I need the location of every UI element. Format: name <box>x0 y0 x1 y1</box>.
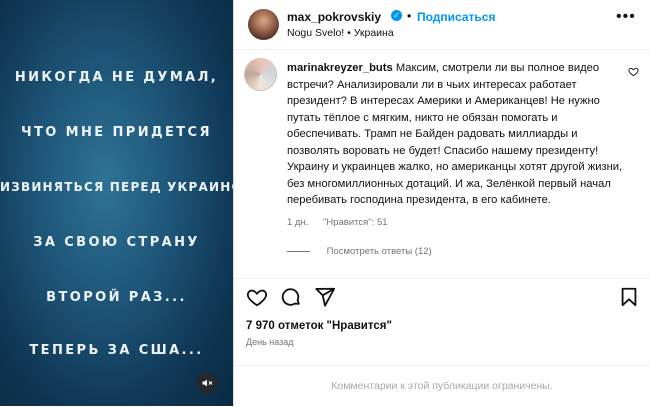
media-text-line: НИКОГДА НЕ ДУМАЛ, <box>14 70 219 85</box>
commenter-avatar[interactable] <box>245 59 276 90</box>
comment-meta: 1 дн. "Нравится": 51 <box>287 217 400 228</box>
comments-limited-notice: Комментарии к этой публикации ограничены… <box>331 380 553 392</box>
media-text-line: ЧТО МНЕ ПРИДЕТСЯ <box>21 125 212 140</box>
more-options-icon[interactable]: ••• <box>616 8 636 26</box>
media-text-line: ТЕПЕРЬ ЗА США... <box>29 343 204 358</box>
comments-footer: Комментарии к этой публикации ограничены… <box>234 365 650 407</box>
media-text-line: ИЗВИНЯТЬСЯ ПЕРЕД УКРАИНОЙ <box>0 180 233 194</box>
media-text-overlay: НИКОГДА НЕ ДУМАЛ, ЧТО МНЕ ПРИДЕТСЯ ИЗВИН… <box>0 0 233 406</box>
author-username[interactable]: max_pokrovskiy <box>287 10 381 24</box>
share-icon[interactable] <box>314 286 336 308</box>
view-replies-label: Посмотреть ответы (12) <box>326 246 432 257</box>
post-media[interactable]: НИКОГДА НЕ ДУМАЛ, ЧТО МНЕ ПРИДЕТСЯ ИЗВИН… <box>0 0 233 406</box>
speaker-muted-icon <box>202 379 213 387</box>
comment-text: Максим, смотрели ли вы полное видео встр… <box>287 62 623 206</box>
comment-like-icon[interactable] <box>628 66 639 77</box>
post-panel: max_pokrovskiy ✓ • Подписаться Nogu Svel… <box>233 0 650 406</box>
header-separator: • <box>407 9 412 23</box>
comment-body: marinakreyzer_buts Максим, смотрели ли в… <box>287 60 632 209</box>
media-text-line: ВТОРОЙ РАЗ... <box>46 290 187 305</box>
author-avatar[interactable] <box>248 9 279 40</box>
follow-button[interactable]: Подписаться <box>417 10 495 24</box>
mute-button[interactable] <box>196 372 218 394</box>
post-header: max_pokrovskiy ✓ • Подписаться Nogu Svel… <box>234 0 650 50</box>
media-text-line: ЗА СВОЮ СТРАНУ <box>33 235 200 250</box>
post-time[interactable]: День назад <box>246 337 294 347</box>
commenter-username[interactable]: marinakreyzer_buts <box>287 62 393 74</box>
likes-count[interactable]: 7 970 отметок "Нравится" <box>246 320 392 332</box>
bookmark-icon[interactable] <box>618 286 640 308</box>
verified-badge-icon: ✓ <box>391 10 402 21</box>
heart-icon[interactable] <box>246 286 268 308</box>
replies-divider <box>287 250 310 252</box>
comment-icon[interactable] <box>280 286 302 308</box>
action-bar <box>234 278 650 315</box>
comment-likes[interactable]: "Нравится": 51 <box>323 217 388 228</box>
comment-time: 1 дн. <box>287 217 309 228</box>
view-replies-button[interactable]: Посмотреть ответы (12) <box>287 246 432 257</box>
post-location[interactable]: Nogu Svelo! • Украина <box>287 27 394 39</box>
